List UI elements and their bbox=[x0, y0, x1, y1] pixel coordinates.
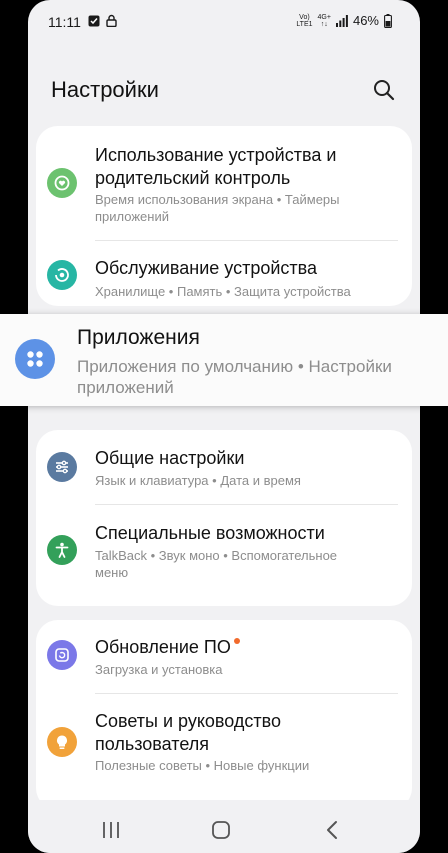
screen-bezel-left bbox=[0, 0, 28, 853]
item-title: Использование устройства и родительский … bbox=[95, 145, 337, 188]
apps-subtitle: Приложения по умолчанию • Настройки прил… bbox=[77, 357, 392, 397]
settings-item-software-update[interactable]: Обновление ПО Загрузка и установка bbox=[36, 620, 412, 693]
item-subtitle: Язык и клавиатура • Дата и время bbox=[95, 473, 301, 488]
item-title: Общие настройки bbox=[95, 448, 245, 468]
item-subtitle: Время использования экрана • Таймеры при… bbox=[95, 192, 340, 224]
accessibility-icon bbox=[47, 535, 77, 565]
digital-wellbeing-icon bbox=[47, 168, 77, 198]
settings-item-general[interactable]: Общие настройки Язык и клавиатура • Дата… bbox=[36, 430, 412, 504]
message-icon bbox=[88, 15, 100, 26]
settings-card-1: Использование устройства и родительский … bbox=[36, 126, 412, 306]
page-title: Настройки bbox=[51, 77, 159, 102]
item-subtitle: Хранилище • Память • Защита устройства bbox=[95, 284, 351, 299]
device-care-icon bbox=[47, 260, 77, 290]
general-settings-icon bbox=[47, 452, 77, 482]
item-subtitle: Полезные советы • Новые функции bbox=[95, 758, 310, 773]
software-update-icon bbox=[47, 640, 77, 670]
navigation-bar bbox=[28, 800, 420, 853]
apps-title: Приложения bbox=[77, 326, 200, 349]
tips-icon bbox=[47, 727, 77, 757]
item-subtitle: Загрузка и установка bbox=[95, 662, 223, 677]
apps-icon bbox=[15, 339, 55, 379]
item-subtitle: TalkBack • Звук моно • Вспомогательное м… bbox=[95, 548, 338, 580]
item-title-text: Обновление ПО bbox=[95, 637, 231, 657]
volte-indicator: Vo) LTE1 bbox=[296, 13, 313, 28]
settings-item-accessibility[interactable]: Специальные возможности TalkBack • Звук … bbox=[36, 505, 412, 606]
screen-bezel-right bbox=[420, 0, 448, 853]
settings-card-2: Общие настройки Язык и клавиатура • Дата… bbox=[36, 430, 412, 606]
app-bar: Настройки bbox=[28, 62, 420, 118]
signal-icon bbox=[335, 14, 348, 27]
home-icon[interactable] bbox=[211, 820, 231, 840]
settings-item-apps[interactable]: Приложения Приложения по умолчанию • Нас… bbox=[0, 314, 448, 406]
battery-percent: 46% bbox=[352, 13, 379, 28]
settings-item-digital-wellbeing[interactable]: Использование устройства и родительский … bbox=[36, 126, 412, 240]
item-title: Специальные возможности bbox=[95, 523, 325, 543]
data-indicator: 4G+ ↑↓ bbox=[317, 13, 331, 28]
item-title: Обслуживание устройства bbox=[95, 258, 318, 278]
item-title: Советы и руководство пользователя bbox=[95, 711, 282, 754]
status-bar: 11:11 Vo) LTE1 4G+ ↑↓ 46% bbox=[28, 0, 420, 44]
item-title: Обновление ПО bbox=[95, 636, 398, 659]
status-time: 11:11 bbox=[48, 14, 81, 30]
battery-icon bbox=[384, 13, 392, 28]
phone-screen: 11:11 Vo) LTE1 4G+ ↑↓ 46% Настройки Испо… bbox=[28, 0, 420, 853]
search-icon[interactable] bbox=[370, 76, 398, 104]
settings-item-tips[interactable]: Советы и руководство пользователя Полезн… bbox=[36, 694, 412, 794]
settings-item-device-care[interactable]: Обслуживание устройства Хранилище • Памя… bbox=[36, 241, 412, 306]
settings-card-3: Обновление ПО Загрузка и установка Совет… bbox=[36, 620, 412, 810]
lock-icon bbox=[106, 14, 117, 27]
update-badge bbox=[233, 638, 240, 644]
recent-apps-icon[interactable] bbox=[101, 821, 121, 839]
back-icon[interactable] bbox=[325, 820, 339, 840]
